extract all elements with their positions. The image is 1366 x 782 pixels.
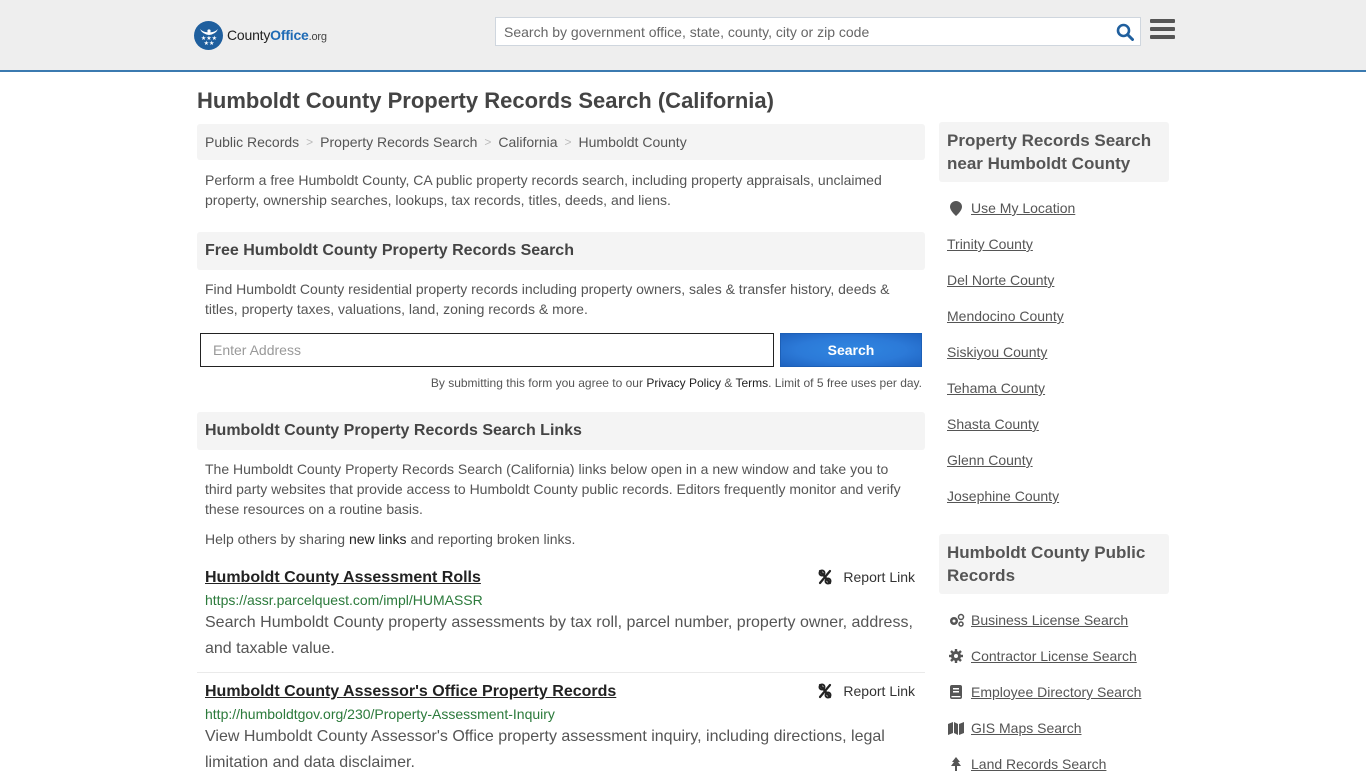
site-header: ★★★ ★★ CountyOffice.org <box>0 0 1366 72</box>
link-item: Humboldt County Assessment Rolls Report … <box>197 569 925 662</box>
svg-text:★★: ★★ <box>203 40 214 46</box>
breadcrumb-separator: > <box>484 135 492 149</box>
nearby-heading: Property Records Search near Humboldt Co… <box>939 122 1169 182</box>
new-links-link[interactable]: new links <box>349 531 407 547</box>
breadcrumb-property-records-search[interactable]: Property Records Search <box>320 134 477 150</box>
form-disclaimer: By submitting this form you agree to our… <box>197 376 925 390</box>
public-record-item: Land Records Search <box>947 746 1161 782</box>
public-record-link[interactable]: GIS Maps Search <box>971 720 1082 736</box>
nearby-county-link[interactable]: Del Norte County <box>947 272 1054 288</box>
divider <box>197 672 925 673</box>
terms-link[interactable]: Terms <box>735 376 768 390</box>
free-search-description: Find Humboldt County residential propert… <box>205 281 890 317</box>
gear-icon <box>947 649 965 663</box>
gears-icon <box>947 613 965 627</box>
page-title: Humboldt County Property Records Search … <box>197 88 774 113</box>
breadcrumb-public-records[interactable]: Public Records <box>205 134 299 150</box>
disclaimer-prefix: By submitting this form you agree to our <box>430 376 647 390</box>
logo-text: CountyOffice.org <box>227 27 327 43</box>
free-search-heading: Free Humboldt County Property Records Se… <box>197 232 925 270</box>
link-item-url[interactable]: https://assr.parcelquest.com/impl/HUMASS… <box>205 592 917 608</box>
nearby-list: Use My Location Trinity County Del Norte… <box>939 190 1169 514</box>
nearby-county-link[interactable]: Trinity County <box>947 236 1033 252</box>
public-record-link[interactable]: Business License Search <box>971 612 1128 628</box>
public-record-item: Business License Search <box>947 602 1161 638</box>
site-search <box>495 17 1141 46</box>
link-item-title[interactable]: Humboldt County Assessor's Office Proper… <box>205 683 616 701</box>
nearby-county-item: Siskiyou County <box>947 334 1161 370</box>
use-my-location-item: Use My Location <box>947 190 1161 226</box>
nearby-county-item: Trinity County <box>947 226 1161 262</box>
address-search-button[interactable]: Search <box>780 333 922 367</box>
nearby-county-item: Glenn County <box>947 442 1161 478</box>
nearby-county-link[interactable]: Glenn County <box>947 452 1033 468</box>
eagle-logo-icon: ★★★ ★★ <box>194 20 223 50</box>
broken-link-icon <box>817 569 833 585</box>
nearby-county-link[interactable]: Tehama County <box>947 380 1045 396</box>
nearby-county-item: Tehama County <box>947 370 1161 406</box>
report-link-label: Report Link <box>843 569 915 585</box>
disclaimer-suffix: . Limit of 5 free uses per day. <box>768 376 922 390</box>
sidebar: Property Records Search near Humboldt Co… <box>939 122 1169 782</box>
links-section-heading: Humboldt County Property Records Search … <box>197 412 925 450</box>
nearby-county-item: Mendocino County <box>947 298 1161 334</box>
book-icon <box>947 685 965 699</box>
public-record-item: GIS Maps Search <box>947 710 1161 746</box>
public-record-item: Contractor License Search <box>947 638 1161 674</box>
address-search-form: Search <box>197 333 925 367</box>
link-item: Humboldt County Assessor's Office Proper… <box>197 683 925 776</box>
site-logo[interactable]: ★★★ ★★ CountyOffice.org <box>194 20 327 50</box>
report-link-label: Report Link <box>843 683 915 699</box>
nearby-county-item: Del Norte County <box>947 262 1161 298</box>
breadcrumb-humboldt-county: Humboldt County <box>578 134 687 150</box>
breadcrumb-separator: > <box>306 135 314 149</box>
use-my-location-link[interactable]: Use My Location <box>971 200 1075 216</box>
hamburger-menu-icon[interactable] <box>1150 19 1175 41</box>
nearby-county-link[interactable]: Siskiyou County <box>947 344 1047 360</box>
intro-text: Perform a free Humboldt County, CA publi… <box>205 172 882 208</box>
map-marker-icon <box>947 200 965 216</box>
nearby-county-link[interactable]: Shasta County <box>947 416 1039 432</box>
links-section-description: The Humboldt County Property Records Sea… <box>205 461 901 517</box>
breadcrumb-california[interactable]: California <box>498 134 557 150</box>
link-item-title[interactable]: Humboldt County Assessment Rolls <box>205 569 481 587</box>
link-item-description: View Humboldt County Assessor's Office p… <box>205 728 885 771</box>
search-icon[interactable] <box>1110 18 1140 45</box>
nearby-county-link[interactable]: Josephine County <box>947 488 1059 504</box>
public-record-link[interactable]: Contractor License Search <box>971 648 1137 664</box>
nearby-county-item: Shasta County <box>947 406 1161 442</box>
help-prefix: Help others by sharing <box>205 531 349 547</box>
public-records-heading: Humboldt County Public Records <box>939 534 1169 594</box>
help-suffix: and reporting broken links. <box>406 531 576 547</box>
disclaimer-amp: & <box>721 376 736 390</box>
map-icon <box>947 721 965 735</box>
link-item-url[interactable]: http://humboldtgov.org/230/Property-Asse… <box>205 706 917 722</box>
report-link-button[interactable]: Report Link <box>817 683 915 699</box>
nearby-county-link[interactable]: Mendocino County <box>947 308 1064 324</box>
help-text: Help others by sharing new links and rep… <box>197 529 925 549</box>
main-content: Public Records > Property Records Search… <box>197 124 925 776</box>
public-record-link[interactable]: Employee Directory Search <box>971 684 1141 700</box>
report-link-button[interactable]: Report Link <box>817 569 915 585</box>
breadcrumb-separator: > <box>564 135 572 149</box>
breadcrumb: Public Records > Property Records Search… <box>197 124 925 160</box>
tree-icon <box>947 757 965 771</box>
link-item-description: Search Humboldt County property assessme… <box>205 614 913 657</box>
address-input[interactable] <box>200 333 774 367</box>
nearby-county-item: Josephine County <box>947 478 1161 514</box>
site-search-input[interactable] <box>496 18 1110 45</box>
privacy-policy-link[interactable]: Privacy Policy <box>646 376 721 390</box>
public-records-list: Business License Search Contractor Licen… <box>939 602 1169 782</box>
broken-link-icon <box>817 683 833 699</box>
public-record-link[interactable]: Land Records Search <box>971 756 1106 772</box>
public-record-item: Employee Directory Search <box>947 674 1161 710</box>
